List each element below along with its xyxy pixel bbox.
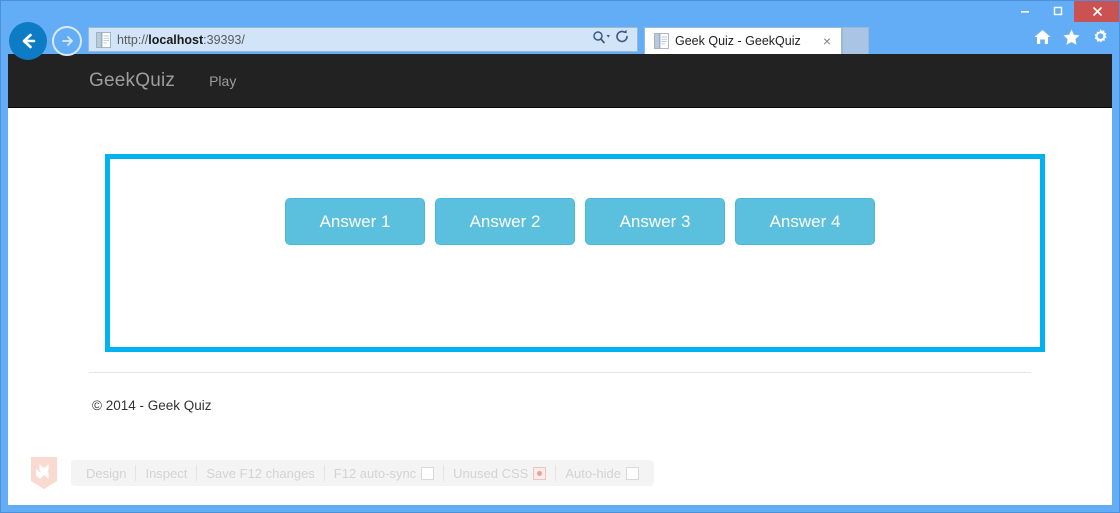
back-button[interactable]	[9, 22, 47, 60]
answer-button-3[interactable]: Answer 3	[585, 198, 725, 245]
unused-css-record-icon[interactable]	[533, 466, 547, 480]
f12-toolbar-pill: Design Inspect Save F12 changes F12 auto…	[71, 460, 654, 486]
new-tab-button[interactable]	[842, 27, 869, 54]
dev-item-design[interactable]: Design	[77, 466, 135, 481]
close-button[interactable]	[1074, 0, 1120, 22]
dev-item-label: F12 auto-sync	[333, 465, 417, 481]
tab-favicon	[651, 33, 671, 49]
address-page-icon	[93, 31, 113, 48]
dev-item-f12-auto-sync[interactable]: F12 auto-sync	[325, 466, 443, 481]
url-text: http://localhost:39393/	[117, 32, 245, 47]
browser-tab[interactable]: Geek Quiz - GeekQuiz ×	[644, 27, 842, 54]
dev-item-label: Auto-hide	[565, 465, 621, 481]
dev-item-inspect[interactable]: Inspect	[136, 466, 196, 481]
footer-copyright: © 2014 - Geek Quiz	[92, 398, 212, 413]
search-icon[interactable]	[592, 29, 612, 50]
title-bar	[0, 0, 1120, 22]
nav-link-play[interactable]: Play	[209, 73, 236, 89]
answer-button-2[interactable]: Answer 2	[435, 198, 575, 245]
browser-toolbar-icons	[1033, 28, 1110, 51]
maximize-button[interactable]	[1041, 0, 1074, 22]
address-bar-icons	[592, 29, 637, 50]
dev-item-auto-hide[interactable]: Auto-hide	[556, 466, 648, 481]
settings-gear-icon[interactable]	[1091, 28, 1110, 51]
forward-arrow-icon	[62, 36, 73, 46]
minimize-button[interactable]	[1008, 0, 1041, 22]
footer-divider	[89, 372, 1031, 373]
dev-item-unused-css[interactable]: Unused CSS	[444, 466, 555, 481]
tab-close-icon[interactable]: ×	[817, 34, 841, 48]
dev-item-label: Save F12 changes	[206, 465, 315, 481]
visual-studio-logo-icon	[28, 454, 60, 492]
dev-item-label: Design	[86, 465, 127, 481]
tab-title: Geek Quiz - GeekQuiz	[675, 34, 801, 48]
window-controls	[1008, 0, 1120, 22]
site-brand[interactable]: GeekQuiz	[89, 70, 175, 92]
browser-window: http://localhost:39393/ Geek Quiz - Geek…	[0, 0, 1120, 513]
favorites-star-icon[interactable]	[1062, 28, 1081, 51]
answers-group: Answer 1 Answer 2 Answer 3 Answer 4	[285, 198, 875, 245]
forward-button[interactable]	[52, 26, 82, 56]
refresh-icon[interactable]	[615, 29, 630, 50]
f12-dev-toolbar: Design Inspect Save F12 changes F12 auto…	[8, 441, 1112, 505]
home-icon[interactable]	[1033, 28, 1052, 51]
dev-item-label: Inspect	[145, 465, 188, 481]
f12-auto-sync-checkbox[interactable]	[421, 466, 435, 480]
page-viewport: GeekQuiz Play Answer 1 Answer 2 Answer 3…	[8, 54, 1112, 505]
auto-hide-checkbox[interactable]	[625, 466, 639, 480]
dev-item-label: Unused CSS	[453, 465, 529, 481]
address-bar[interactable]: http://localhost:39393/	[88, 27, 638, 52]
answer-button-4[interactable]: Answer 4	[735, 198, 875, 245]
answer-button-1[interactable]: Answer 1	[285, 198, 425, 245]
highlighted-element-outline: Answer 1 Answer 2 Answer 3 Answer 4	[105, 154, 1045, 352]
back-arrow-icon	[22, 33, 36, 49]
site-navbar: GeekQuiz Play	[8, 54, 1112, 108]
dev-item-save-f12-changes[interactable]: Save F12 changes	[197, 466, 323, 481]
